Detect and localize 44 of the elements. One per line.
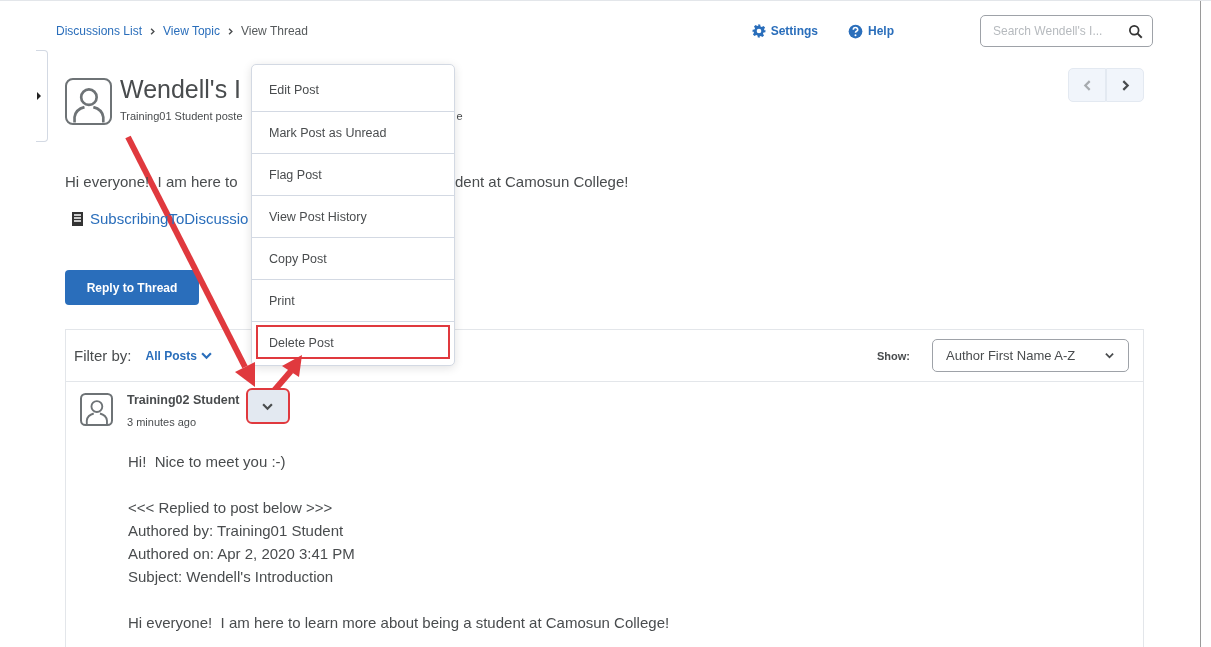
show-label: Show: bbox=[877, 349, 910, 362]
post-time: 3 minutes ago bbox=[127, 416, 198, 428]
reply-button[interactable]: Reply to Thread bbox=[65, 270, 199, 305]
settings-icon bbox=[751, 24, 766, 38]
settings-link[interactable]: Settings bbox=[751, 24, 818, 38]
next-button[interactable] bbox=[1106, 68, 1144, 102]
breadcrumb-current: View Thread bbox=[240, 24, 308, 38]
chevron-icon bbox=[226, 27, 234, 35]
chevron-icon bbox=[1105, 351, 1114, 360]
post-text: Authored by: Training01 Student bbox=[128, 521, 345, 541]
chevron-icon bbox=[1081, 79, 1093, 91]
post-text: Hi everyone! I am here to bbox=[65, 173, 239, 190]
post-text: <<< Replied to post below >>> bbox=[128, 498, 334, 518]
menu-item[interactable]: Print bbox=[252, 279, 454, 321]
author-name: Training02 Student bbox=[127, 393, 240, 407]
thread-byline: Training01 Student poste bbox=[120, 110, 243, 122]
menu-item[interactable]: View Post History bbox=[252, 195, 454, 237]
menu-item[interactable]: Mark Post as Unread bbox=[252, 111, 454, 153]
help-icon bbox=[848, 23, 863, 39]
triangle-icon bbox=[36, 92, 42, 100]
thread-byline: e bbox=[456, 110, 463, 122]
breadcrumb-link[interactable]: Discussions List bbox=[56, 24, 143, 38]
help-link[interactable]: Help bbox=[848, 23, 894, 39]
menu-item[interactable]: Copy Post bbox=[252, 237, 454, 279]
menu-item[interactable]: Delete Post bbox=[252, 321, 454, 363]
thread-title: Wendell's I bbox=[120, 75, 242, 104]
sort-dropdown[interactable]: Author First Name A-Z bbox=[932, 339, 1129, 372]
menu-item[interactable]: Edit Post bbox=[252, 69, 454, 111]
chevron-icon bbox=[200, 350, 212, 361]
post-text: Subject: Wendell's Introduction bbox=[128, 567, 335, 587]
post-text: dent at Camosun College! bbox=[455, 173, 629, 190]
filter-label: Filter by: bbox=[74, 347, 132, 364]
post-text: Authored on: Apr 2, 2020 3:41 PM bbox=[128, 544, 356, 564]
post-text: Hi everyone! I am here to learn more about being a student at Camosun College! bbox=[128, 613, 671, 633]
document-icon bbox=[71, 211, 84, 226]
post-menu-button[interactable] bbox=[247, 390, 288, 422]
search-field[interactable]: Search Wendell's I... bbox=[980, 15, 1153, 47]
breadcrumb-link[interactable]: View Topic bbox=[163, 24, 220, 38]
menu-item[interactable]: Flag Post bbox=[252, 153, 454, 195]
side-panel-tab[interactable] bbox=[36, 50, 48, 142]
filter-dropdown[interactable]: All Posts bbox=[145, 348, 212, 363]
chevron-icon bbox=[149, 27, 157, 35]
post-text: Hi! Nice to meet you :-) bbox=[128, 452, 287, 472]
search-icon bbox=[1128, 24, 1143, 39]
